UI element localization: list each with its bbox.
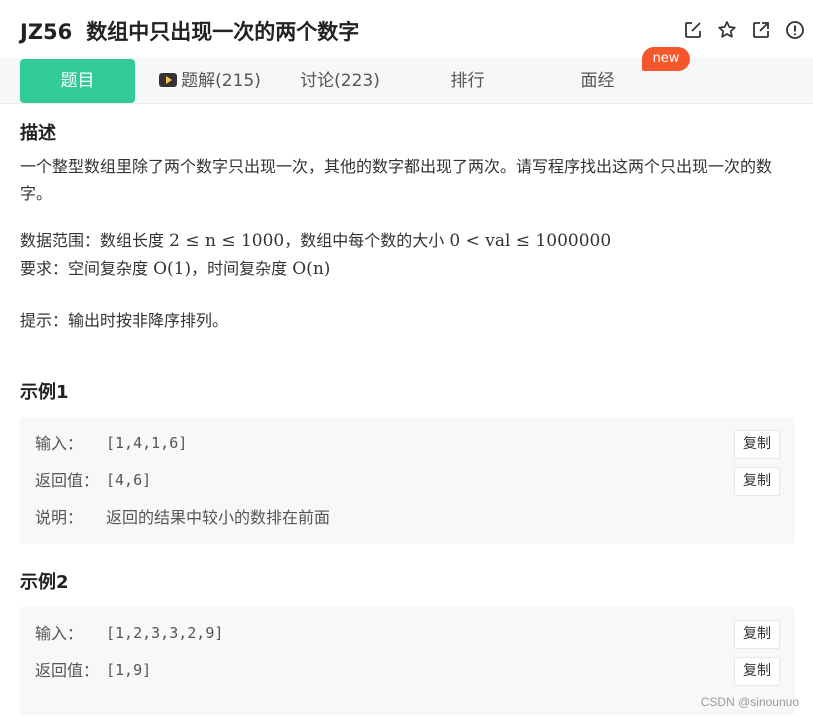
example-1-heading: 示例1 [20,382,69,403]
copy-output-button[interactable]: 复制 [734,467,780,496]
output-label: 返回值： [35,471,100,490]
example-1-explain-row: 说明： 返回的结果中较小的数排在前面 [20,499,795,536]
input-value: [1,4,1,6] [106,434,188,452]
tab-interviews[interactable]: 面经 [550,59,645,103]
copy-input-button[interactable]: 复制 [734,430,780,459]
tab-label: 题目 [60,71,95,91]
problem-content: 描述 一个整型数组里除了两个数字只出现一次，其他的数字都出现了两次。请写程序找出… [20,104,795,715]
tab-label: 讨论(223) [300,71,380,91]
problem-code: JZ56 [20,20,73,44]
data-range: 数据范围：数组长度 2 ≤ n ≤ 1000，数组中每个数的大小 0 < val… [20,231,612,251]
output-value: [4,6] [106,471,152,489]
copy-input-button[interactable]: 复制 [734,620,780,649]
example-2-output-row: 返回值： [1,9] 复制 [20,652,795,689]
complexity-requirement: 要求：空间复杂度 O(1)，时间复杂度 O(n) [20,259,331,279]
tab-problem[interactable]: 题目 [20,59,135,103]
description-text: 一个整型数组里除了两个数字只出现一次，其他的数字都出现了两次。请写程序找出这两个… [20,157,773,203]
example-1-input-row: 输入： [1,4,1,6] 复制 [20,425,795,462]
range-formula-length: 2 ≤ n ≤ 1000 [169,231,285,251]
output-label: 返回值： [35,661,100,680]
new-badge: new [642,47,690,71]
description-heading: 描述 [20,123,56,144]
page-title: JZ56 数组中只出现一次的两个数字 [20,16,359,46]
example-2-heading: 示例2 [20,572,69,593]
time-complexity: O(n) [292,259,331,279]
range-formula-value: 0 < val ≤ 1000000 [449,231,612,251]
tab-label: 题解(215) [181,71,261,91]
example-1-output-row: 返回值： [4,6] 复制 [20,462,795,499]
explain-value: 返回的结果中较小的数排在前面 [106,508,331,527]
tab-bar: 题目 题解(215) 讨论(223) 排行 面经 [0,58,813,104]
example-2-input-row: 输入： [1,2,3,3,2,9] 复制 [20,615,795,652]
video-icon [159,73,178,87]
problem-header: JZ56 数组中只出现一次的两个数字 [0,0,813,60]
report-icon[interactable] [785,20,805,40]
input-label: 输入： [35,624,84,643]
tab-solutions[interactable]: 题解(215) [150,59,270,103]
tab-ranking[interactable]: 排行 [420,59,515,103]
tab-label: 排行 [450,71,485,91]
output-value: [1,9] [106,661,152,679]
edit-icon[interactable] [683,20,703,40]
example-1: 输入： [1,4,1,6] 复制 返回值： [4,6] 复制 说明： 返回的结果… [20,417,795,544]
tab-label: 面经 [580,71,615,91]
copy-output-button[interactable]: 复制 [734,657,780,686]
star-icon[interactable] [717,20,737,40]
problem-title: 数组中只出现一次的两个数字 [86,20,360,44]
explain-label: 说明： [35,508,84,527]
input-value: [1,2,3,3,2,9] [106,624,224,642]
watermark: CSDN @sinounuo [700,695,799,709]
space-complexity: O(1) [153,259,192,279]
example-2: 输入： [1,2,3,3,2,9] 复制 返回值： [1,9] 复制 [20,607,795,715]
header-actions [683,20,805,40]
external-link-icon[interactable] [751,20,771,40]
input-label: 输入： [35,434,84,453]
tab-discussion[interactable]: 讨论(223) [285,59,395,103]
hint-text: 提示：输出时按非降序排列。 [20,311,229,330]
